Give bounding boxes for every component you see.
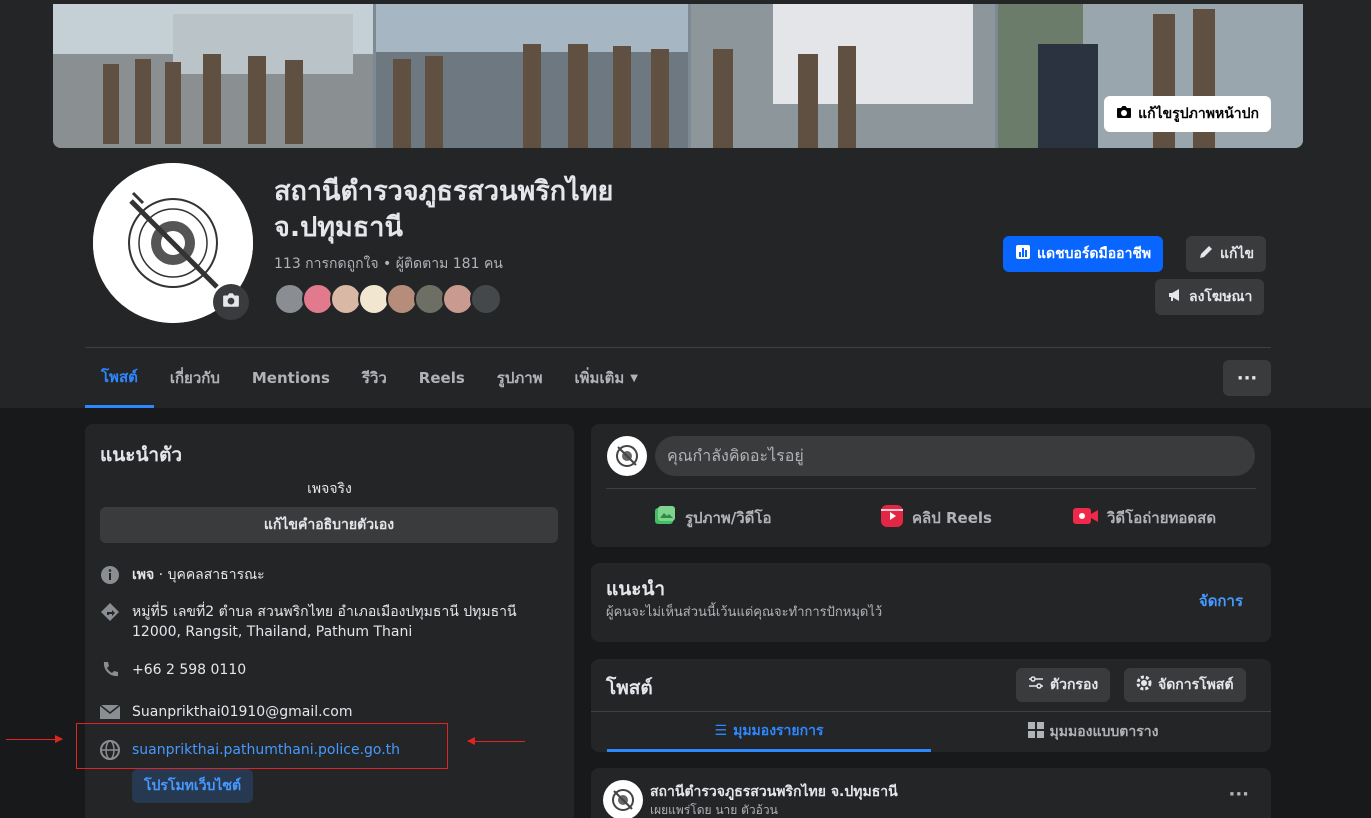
grid-icon	[1027, 722, 1044, 742]
arrow-right-icon	[6, 735, 63, 743]
list-view-label: มุมมองรายการ	[733, 722, 824, 739]
page-title: สถานีตำรวจภูธรสวนพริกไทย จ.ปทุมธานี	[274, 176, 614, 243]
police-emblem-icon	[616, 445, 638, 467]
police-emblem-icon	[612, 789, 634, 811]
edit-bio-button[interactable]: แก้ไขคำอธิบายตัวเอง	[100, 507, 558, 543]
composer-input[interactable]: คุณกำลังคิดอะไรอยู่	[655, 436, 1255, 476]
advertise-label: ลงโฆษณา	[1189, 289, 1253, 305]
post-published-by: เผยแพร่โดย นาย ตัวอ้วน	[650, 803, 778, 817]
photo-video-button[interactable]: รูปภาพ/วิดีโอ	[653, 504, 771, 532]
post-author-name[interactable]: สถานีตำรวจภูธรสวนพริกไทย จ.ปทุมธานี	[650, 781, 898, 803]
reels-label: คลิป Reels	[912, 509, 992, 527]
posts-title: โพสต์	[606, 677, 653, 699]
category-value: · บุคคลสาธารณะ	[154, 567, 265, 583]
featured-title: แนะนำ	[606, 578, 666, 600]
list-view-tab[interactable]: ☰ มุมมองรายการ	[607, 712, 931, 752]
intro-subtitle: เพจจริง	[307, 481, 352, 497]
address-row: หมู่ที่5 เลขที่2 ตำบล สวนพริกไทย อำเภอเม…	[100, 602, 517, 642]
camera-icon	[222, 292, 240, 312]
manage-posts-button[interactable]: จัดการโพสต์	[1124, 668, 1246, 702]
address-line-2: 12000, Rangsit, Thailand, Pathum Thani	[132, 624, 413, 640]
live-video-icon	[1073, 506, 1099, 530]
composer-divider	[606, 488, 1256, 489]
tab-label: เกี่ยวกับ	[169, 369, 220, 387]
email-row: Suanprikthai01910@gmail.com	[100, 702, 352, 722]
follower-avatars[interactable]	[274, 283, 502, 315]
tab-about[interactable]: เกี่ยวกับ	[154, 348, 236, 408]
category-type: เพจ	[132, 567, 155, 583]
envelope-icon	[100, 702, 120, 722]
caret-down-icon: ▼	[630, 372, 638, 384]
advertise-button[interactable]: ลงโฆษณา	[1155, 279, 1265, 315]
tab-label: โพสต์	[101, 367, 138, 386]
posts-card: โพสต์ ตัวกรอง จัดการโพสต์ ☰ มุมมองรายการ…	[591, 659, 1271, 752]
pencil-icon	[1198, 244, 1214, 264]
phone-icon	[100, 660, 120, 680]
live-video-label: วิดีโอถ่ายทอดสด	[1107, 509, 1217, 527]
photo-video-label: รูปภาพ/วิดีโอ	[685, 509, 772, 527]
manage-posts-label: จัดการโพสต์	[1158, 677, 1234, 693]
highlight-box	[76, 723, 448, 769]
professional-dashboard-button[interactable]: แดชบอร์ดมืออาชีพ	[1003, 236, 1164, 272]
filter-label: ตัวกรอง	[1050, 677, 1099, 693]
filter-button[interactable]: ตัวกรอง	[1016, 668, 1111, 702]
edit-cover-label: แก้ไขรูปภาพหน้าปก	[1138, 106, 1259, 122]
camera-icon	[1116, 105, 1132, 123]
tab-photos[interactable]: รูปภาพ	[481, 348, 559, 408]
composer-avatar[interactable]	[607, 436, 647, 476]
intro-title: แนะนำตัว	[100, 444, 183, 466]
dashboard-icon	[1015, 244, 1031, 264]
info-icon	[100, 565, 120, 585]
facebook-page: แก้ไขรูปภาพหน้าปก สถานีตำรวจภูธรสวนพริกไ…	[0, 0, 1371, 818]
filter-icon	[1028, 675, 1044, 695]
tab-label: รีวิว	[361, 369, 387, 387]
tab-posts[interactable]: โพสต์	[85, 348, 154, 408]
tab-more[interactable]: เพิ่มเติม ▼	[559, 348, 654, 408]
post-author-avatar[interactable]	[603, 780, 643, 818]
post-options-button[interactable]: ···	[1228, 784, 1249, 805]
edit-page-button[interactable]: แก้ไข	[1186, 236, 1267, 272]
directions-icon	[100, 602, 120, 622]
tab-mentions[interactable]: Mentions	[236, 348, 346, 408]
address-line-1: หมู่ที่5 เลขที่2 ตำบล สวนพริกไทย อำเภอเม…	[132, 604, 517, 620]
page-stats[interactable]: 113 การกดถูกใจ • ผู้ติดตาม 181 คน	[274, 253, 503, 275]
ellipsis-icon: ···	[1228, 784, 1249, 805]
reels-icon	[880, 504, 904, 532]
tab-label: Reels	[418, 369, 465, 387]
dashboard-label: แดชบอร์ดมืออาชีพ	[1037, 246, 1152, 262]
tab-reels[interactable]: Reels	[403, 348, 481, 408]
follower-avatar[interactable]	[470, 283, 502, 315]
cover-photo[interactable]: แก้ไขรูปภาพหน้าปก	[53, 4, 1303, 148]
post-item: สถานีตำรวจภูธรสวนพริกไทย จ.ปทุมธานี เผยแ…	[591, 768, 1271, 818]
live-video-button[interactable]: วิดีโอถ่ายทอดสด	[1073, 504, 1216, 532]
reels-button[interactable]: คลิป Reels	[880, 504, 992, 532]
grid-view-tab[interactable]: มุมมองแบบตาราง	[931, 712, 1255, 752]
photo-icon	[653, 504, 677, 532]
featured-subtitle: ผู้คนจะไม่เห็นส่วนนี้เว้นแต่คุณจะทำการปั…	[606, 605, 883, 620]
promote-website-button[interactable]: โปรโมทเว็บไซต์	[132, 769, 254, 803]
post-composer: คุณกำลังคิดอะไรอยู่ รูปภาพ/วิดีโอ คลิป R…	[591, 424, 1271, 547]
edit-cover-button[interactable]: แก้ไขรูปภาพหน้าปก	[1104, 96, 1271, 132]
megaphone-icon	[1167, 287, 1183, 307]
phone-row: +66 2 598 0110	[100, 660, 246, 680]
email-address[interactable]: Suanprikthai01910@gmail.com	[132, 702, 352, 722]
change-avatar-button[interactable]	[213, 284, 249, 320]
ellipsis-icon: ···	[1236, 367, 1258, 389]
grid-view-label: มุมมองแบบตาราง	[1049, 724, 1159, 740]
tab-label: รูปภาพ	[496, 369, 543, 387]
more-options-button[interactable]: ···	[1223, 360, 1271, 396]
gear-icon	[1136, 675, 1152, 695]
tab-reviews[interactable]: รีวิว	[346, 348, 403, 408]
list-icon: ☰	[714, 722, 728, 739]
tab-label: Mentions	[251, 369, 330, 387]
category-row: เพจ · บุคคลสาธารณะ	[100, 565, 265, 585]
featured-card: แนะนำ ผู้คนจะไม่เห็นส่วนนี้เว้นแต่คุณจะท…	[591, 563, 1271, 642]
phone-number: +66 2 598 0110	[132, 662, 247, 678]
page-tabs: โพสต์ เกี่ยวกับ Mentions รีวิว Reels รูป…	[85, 348, 654, 408]
tab-label: เพิ่มเติม	[574, 369, 625, 387]
edit-label: แก้ไข	[1220, 246, 1255, 262]
manage-featured-link[interactable]: จัดการ	[1199, 589, 1243, 613]
arrow-left-icon	[467, 737, 525, 745]
